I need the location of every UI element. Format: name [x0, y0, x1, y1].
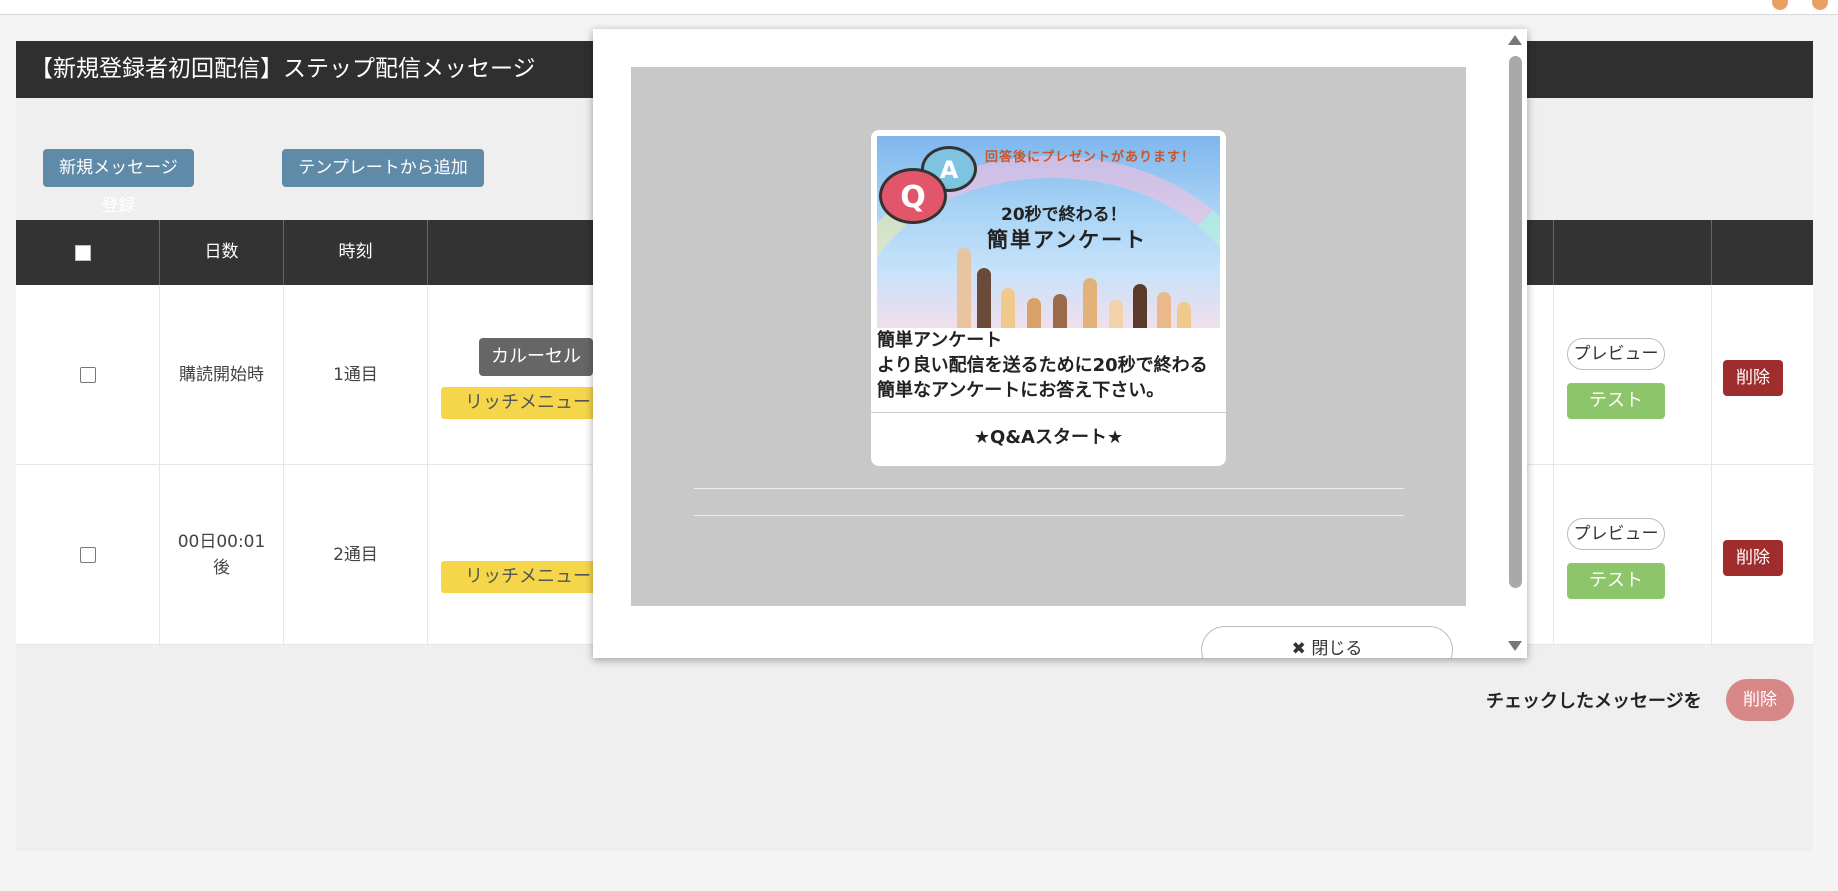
top-bar [0, 0, 1838, 15]
raised-hand-icon [977, 268, 991, 328]
card-title: 簡単アンケート [877, 330, 1003, 351]
message-preview-area: A Q 回答後にプレゼントがあります！ 20秒で終わる！ 簡単アンケート 簡単ア… [631, 67, 1466, 606]
select-all-checkbox[interactable] [75, 245, 91, 261]
row-days: 購読開始時 [160, 285, 284, 465]
bulk-delete-button[interactable]: 削除 [1726, 679, 1794, 721]
checked-messages-label: チェックしたメッセージを [1486, 691, 1702, 712]
row-select-cell [16, 465, 160, 645]
row-checkbox[interactable] [79, 547, 96, 563]
banner-main-text: 簡単アンケート [987, 228, 1148, 252]
notification-icon[interactable] [1772, 0, 1788, 10]
add-from-template-button[interactable]: テンプレートから追加 [282, 149, 484, 187]
row-actions [1554, 285, 1712, 465]
divider [694, 488, 1404, 489]
raised-hand-icon [1001, 288, 1015, 328]
row-checkbox[interactable] [79, 367, 96, 383]
raised-hand-icon [1133, 284, 1147, 328]
delete-button[interactable]: 削除 [1723, 540, 1783, 576]
qa-start-button[interactable]: ★Q&Aスタート★ [871, 413, 1226, 466]
divider [694, 515, 1404, 516]
raised-hand-icon [1177, 302, 1191, 328]
raised-hand-icon [1053, 294, 1067, 328]
scrollbar-thumb[interactable] [1509, 56, 1522, 588]
preview-button[interactable]: プレビュー [1567, 518, 1665, 550]
test-button[interactable]: テスト [1567, 383, 1665, 419]
raised-hand-icon [1157, 292, 1171, 328]
banner-sub-text: 20秒で終わる！ [1001, 205, 1127, 225]
preview-modal: A Q 回答後にプレゼントがあります！ 20秒で終わる！ 簡単アンケート 簡単ア… [593, 29, 1527, 658]
header-actions [1554, 220, 1712, 285]
header-select-cell [16, 220, 160, 285]
scroll-down-arrow-icon[interactable] [1508, 641, 1522, 651]
row-actions [1554, 465, 1712, 645]
carousel-tag: カルーセル [479, 338, 593, 376]
row-time: 2通目 [284, 465, 428, 645]
row-days-text: 00日00:01後 [177, 532, 266, 578]
banner-top-text: 回答後にプレゼントがあります！ [985, 150, 1196, 165]
scroll-up-arrow-icon[interactable] [1508, 35, 1522, 45]
preview-button[interactable]: プレビュー [1567, 338, 1665, 370]
delete-button[interactable]: 削除 [1723, 360, 1783, 396]
survey-banner-image: A Q 回答後にプレゼントがあります！ 20秒で終わる！ 簡単アンケート [877, 136, 1220, 328]
close-button[interactable]: ✖ 閉じる [1201, 626, 1453, 658]
raised-hand-icon [957, 248, 971, 328]
rich-menu-tag: リッチメニュー [441, 387, 615, 419]
raised-hand-icon [1027, 298, 1041, 328]
raised-hand-icon [1083, 278, 1097, 328]
row-select-cell [16, 285, 160, 465]
row-days: 00日00:01後 [160, 465, 284, 645]
header-time: 時刻 [284, 220, 428, 285]
header-delete [1712, 220, 1813, 285]
rich-menu-tag: リッチメニュー [441, 561, 615, 593]
q-speech-bubble-icon: Q [879, 168, 947, 224]
new-message-button[interactable]: 新規メッセージ登録 [43, 149, 194, 216]
carousel-card: A Q 回答後にプレゼントがあります！ 20秒で終わる！ 簡単アンケート 簡単ア… [871, 130, 1226, 466]
header-days: 日数 [160, 220, 284, 285]
row-time: 1通目 [284, 285, 428, 465]
user-icon[interactable] [1812, 0, 1828, 10]
test-button[interactable]: テスト [1567, 563, 1665, 599]
card-text: より良い配信を送るために20秒で終わる簡単なアンケートにお答え下さい。 [877, 355, 1208, 401]
raised-hand-icon [1109, 300, 1123, 328]
